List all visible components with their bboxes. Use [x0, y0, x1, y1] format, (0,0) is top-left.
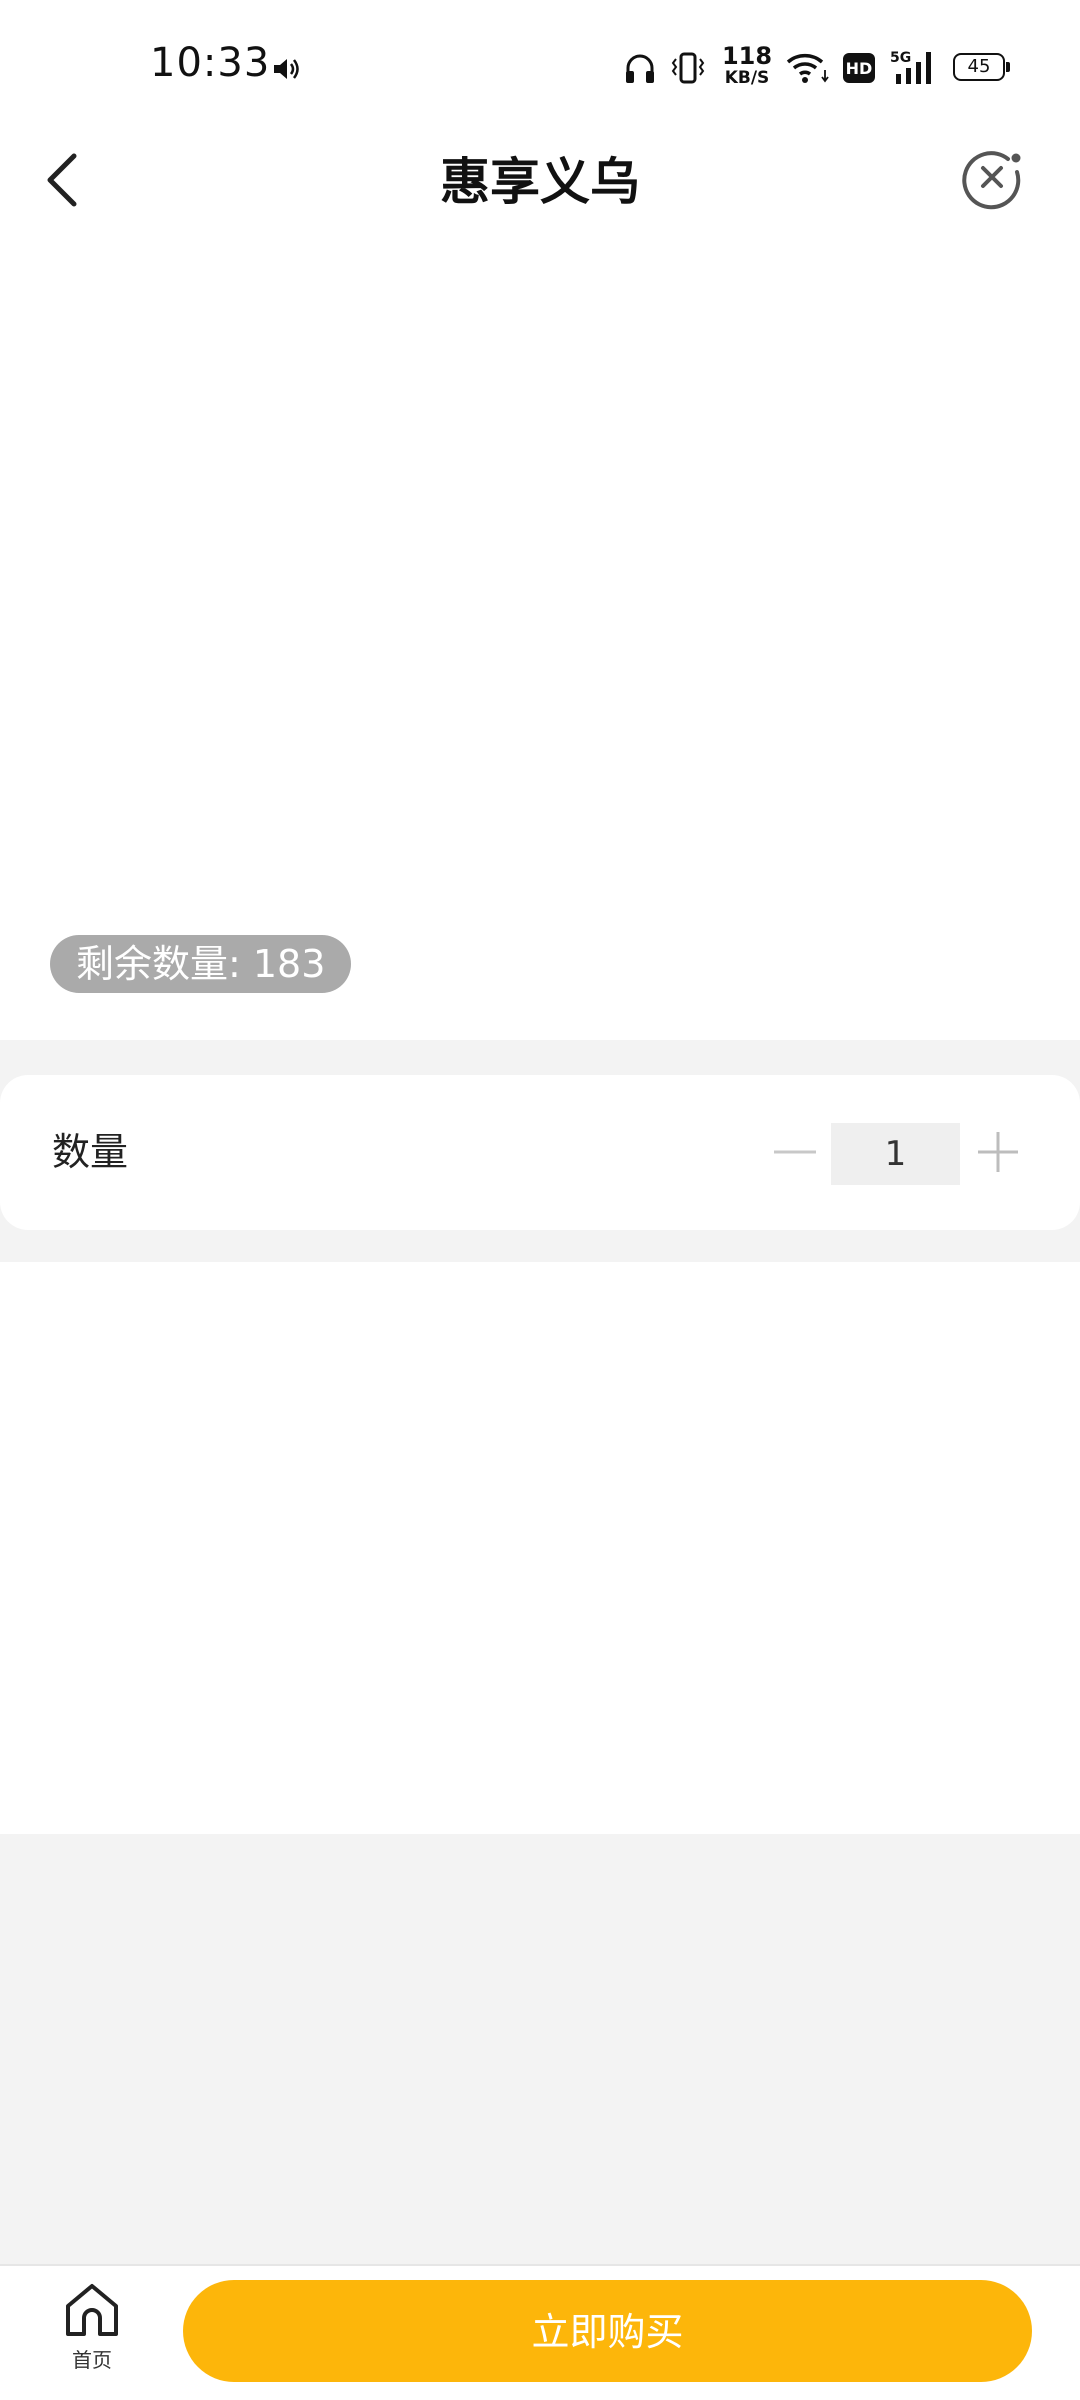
quantity-decrease-button[interactable] — [770, 1127, 820, 1177]
quantity-increase-button[interactable] — [972, 1125, 1024, 1179]
home-icon — [66, 2284, 118, 2336]
hd-text: HD — [846, 59, 873, 78]
hd-icon: HD — [843, 53, 875, 83]
wifi-icon — [786, 54, 829, 83]
page-title: 惠享义乌 — [440, 153, 640, 211]
nav-bar: 惠享义乌 — [0, 130, 1080, 250]
speaker-icon — [274, 59, 299, 79]
network-speed-value: 118 — [721, 42, 773, 70]
quantity-input[interactable]: 1 — [831, 1123, 960, 1185]
status-time: 10:33 — [150, 40, 271, 86]
battery-level: 45 — [967, 56, 991, 77]
plus-icon — [978, 1132, 1018, 1172]
signal-icon: 5G — [890, 50, 931, 84]
close-circle-icon — [962, 151, 1021, 210]
signal-type-text: 5G — [890, 50, 911, 66]
headphones-icon — [626, 54, 654, 83]
home-tab[interactable]: 首页 — [52, 2282, 132, 2392]
network-speed: 118 KB/S — [720, 44, 774, 87]
status-bar: 10:33 118 KB/S HD 5G 45 — [0, 0, 1080, 130]
product-image-area: 剩余数量: 183 — [0, 250, 1080, 1040]
bottom-bar: 首页 立即购买 — [0, 2264, 1080, 2400]
battery-icon: 45 — [953, 53, 1005, 81]
content-area — [0, 1262, 1080, 1834]
stock-badge: 剩余数量: 183 — [50, 935, 352, 993]
battery-tip — [1006, 62, 1010, 72]
home-tab-label: 首页 — [72, 2348, 112, 2372]
quantity-card: 数量 1 — [0, 1075, 1080, 1230]
vibrate-icon — [671, 52, 705, 84]
network-speed-unit: KB/S — [724, 68, 770, 88]
quantity-label: 数量 — [52, 1130, 129, 1174]
buy-now-button[interactable]: 立即购买 — [183, 2280, 1032, 2382]
close-button[interactable] — [960, 140, 1030, 220]
page-bottom-background — [0, 1834, 1080, 2264]
minus-icon — [774, 1150, 816, 1154]
